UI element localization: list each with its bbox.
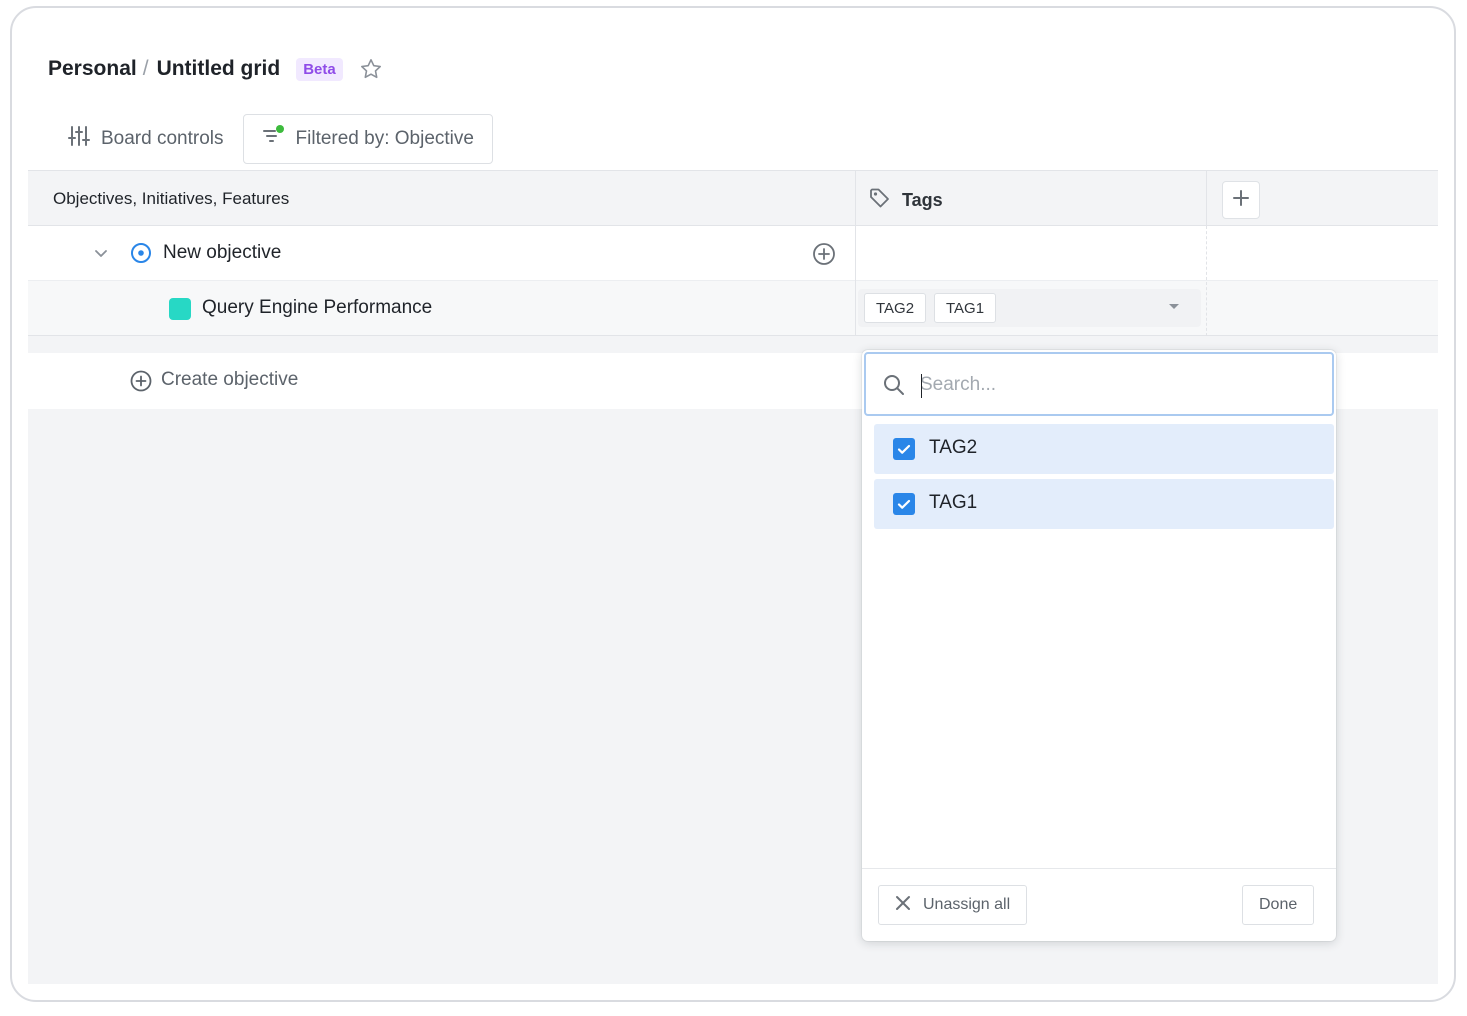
breadcrumb: Personal / Untitled grid Beta	[48, 54, 383, 84]
beta-badge: Beta	[296, 57, 343, 81]
tag-icon	[868, 186, 892, 215]
grid-header: Objectives, Initiatives, Features Tags	[28, 170, 1438, 227]
star-icon[interactable]	[359, 57, 383, 81]
checkbox-checked[interactable]	[893, 438, 915, 460]
unassign-all-button[interactable]: Unassign all	[878, 885, 1028, 925]
toolbar: Board controls Filtered by: Objective	[48, 114, 493, 164]
sliders-icon	[67, 124, 91, 154]
tags-cell[interactable]: TAG2 TAG1	[858, 289, 1201, 327]
board-controls-label: Board controls	[101, 128, 224, 149]
column-header-tags[interactable]: Tags	[868, 186, 943, 215]
feature-row[interactable]: Query Engine Performance TAG2 TAG1	[28, 281, 1438, 336]
tag-dropdown: TAG2 TAG1 Unassign all Done	[862, 350, 1336, 941]
dropdown-footer: Unassign all Done	[862, 868, 1336, 941]
tag-chip[interactable]: TAG2	[864, 293, 927, 323]
tag-chip[interactable]: TAG1	[934, 293, 997, 323]
tag-option[interactable]: TAG1	[874, 479, 1334, 529]
create-objective-button[interactable]: Create objective	[161, 369, 298, 391]
feature-color-icon	[169, 298, 191, 320]
add-child-icon[interactable]	[812, 242, 836, 266]
unassign-all-label: Unassign all	[923, 896, 1011, 913]
tag-option-label: TAG2	[929, 437, 978, 458]
chevron-down-icon[interactable]	[92, 244, 110, 262]
column-header-main[interactable]: Objectives, Initiatives, Features	[53, 189, 289, 209]
objective-label[interactable]: New objective	[163, 242, 281, 264]
caret-down-icon[interactable]	[1169, 304, 1179, 309]
search-input[interactable]	[920, 368, 1300, 402]
objective-row[interactable]: New objective	[28, 226, 1438, 281]
filter-label: Filtered by: Objective	[295, 128, 474, 149]
column-header-tags-label: Tags	[902, 190, 943, 210]
app-window: Personal / Untitled grid Beta Board cont…	[10, 6, 1456, 1002]
column-divider	[855, 226, 856, 281]
done-button[interactable]: Done	[1242, 885, 1315, 925]
search-icon	[882, 373, 906, 397]
column-divider	[855, 281, 856, 336]
objective-target-icon	[130, 242, 152, 264]
tag-option[interactable]: TAG2	[874, 424, 1334, 474]
board-controls-button[interactable]: Board controls	[48, 114, 243, 164]
breadcrumb-parent[interactable]: Personal	[48, 57, 137, 81]
column-divider	[1206, 226, 1207, 336]
feature-label[interactable]: Query Engine Performance	[202, 297, 432, 319]
filter-icon	[262, 124, 286, 154]
plus-circle-icon	[130, 370, 152, 392]
plus-icon	[1232, 189, 1250, 212]
tag-option-label: TAG1	[929, 492, 978, 513]
checkbox-checked[interactable]	[893, 493, 915, 515]
filter-button[interactable]: Filtered by: Objective	[242, 114, 493, 164]
close-icon	[895, 895, 911, 916]
text-cursor	[921, 374, 922, 398]
column-divider	[1206, 171, 1207, 227]
breadcrumb-separator: /	[142, 57, 149, 80]
page-title[interactable]: Untitled grid	[157, 57, 281, 81]
column-divider	[855, 171, 856, 227]
search-box[interactable]	[864, 352, 1334, 416]
add-column-button[interactable]	[1222, 181, 1260, 219]
